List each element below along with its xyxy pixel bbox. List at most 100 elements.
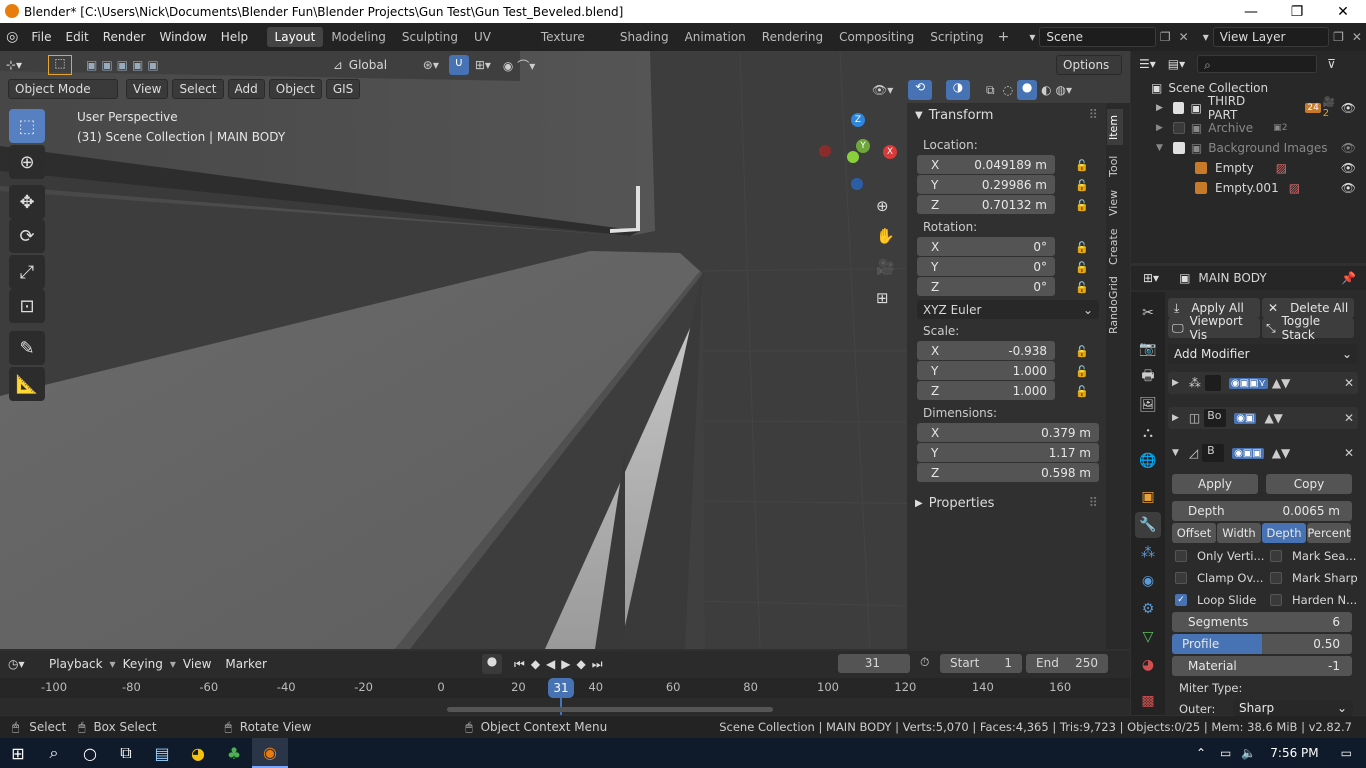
remove-modifier-icon[interactable]: ✕ — [1344, 411, 1354, 425]
overlay-toggle-icon[interactable]: ◑ — [946, 80, 970, 100]
select-tool-icon[interactable]: ⬚ — [48, 55, 72, 75]
collection-checkbox[interactable] — [1172, 102, 1185, 114]
current-frame-field[interactable]: 31 — [838, 654, 910, 673]
search-input[interactable]: ⌕ — [1197, 55, 1318, 73]
outer-miter-dropdown[interactable]: Sharp ⌄ — [1233, 700, 1353, 716]
timeline-editor[interactable]: ◷▾ Playback ▾ Keying ▾ View Marker ● ⏮ ◆ ◀… — [0, 651, 1130, 715]
annotate-tool-icon[interactable]: ✎ — [9, 331, 45, 365]
checkbox[interactable] — [1270, 572, 1282, 584]
checkbox-only-vertices[interactable]: Only Verti... — [1175, 549, 1264, 563]
tab-randogrid[interactable]: RandoGrid — [1107, 275, 1123, 335]
world-tab-icon[interactable]: 🌐 — [1135, 448, 1161, 474]
scene-field[interactable]: Scene — [1039, 27, 1156, 47]
render-tab-icon[interactable]: 📷 — [1135, 336, 1161, 362]
editor-type-icon[interactable]: ⊞▾ — [1143, 271, 1159, 285]
jump-end-icon[interactable]: ⏭ — [592, 657, 603, 672]
tray-chevron-icon[interactable]: ⌃ — [1196, 746, 1206, 760]
menu-window[interactable]: Window — [152, 30, 213, 44]
ortho-toggle-icon[interactable]: ⊞ — [876, 289, 889, 307]
editor-type-icon[interactable]: ☰▾ — [1139, 57, 1156, 71]
rotation-z-field[interactable]: Z 0° — [917, 277, 1055, 296]
scale-x-field[interactable]: X -0.938 — [917, 341, 1055, 360]
pan-icon[interactable]: ✋ — [876, 227, 895, 245]
modifier-row-1[interactable]: ▶ ⁂ ◉▣▣⋎ ▲▼ ✕ — [1168, 372, 1358, 394]
task-view-icon[interactable]: ⧉ — [108, 738, 144, 768]
gizmo-neg-z-icon[interactable] — [851, 178, 863, 190]
eye-icon[interactable]: 👁 — [1341, 141, 1356, 155]
copy-view-layer-icon[interactable]: ❐ — [1329, 30, 1348, 44]
modifier-toggles-icon[interactable]: ◉▣ — [1234, 412, 1257, 424]
playhead[interactable]: 31 — [548, 678, 574, 698]
checkbox[interactable] — [1175, 550, 1187, 562]
copy-button[interactable]: Copy — [1266, 474, 1352, 494]
minimize-button[interactable]: — — [1228, 0, 1274, 23]
close-scene-icon[interactable]: ✕ — [1175, 30, 1193, 44]
solid-shading-icon[interactable]: ● — [1017, 80, 1038, 100]
close-button[interactable]: ✕ — [1320, 0, 1366, 23]
copy-scene-icon[interactable]: ❐ — [1156, 30, 1175, 44]
search-icon[interactable]: ⌕ — [36, 738, 72, 768]
tab-scripting[interactable]: Scripting — [922, 27, 991, 47]
notifications-icon[interactable]: ▭ — [1341, 746, 1352, 760]
outliner-row-empty[interactable]: Empty ▨ 👁 — [1131, 158, 1366, 178]
start-frame-field[interactable]: Start 1 — [940, 654, 1022, 673]
add-workspace-icon[interactable]: + — [992, 29, 1016, 45]
output-tab-icon[interactable]: 🖶 — [1135, 364, 1161, 390]
zoom-icon[interactable]: ⊕ — [876, 197, 889, 215]
dimensions-z-field[interactable]: Z 0.598 m — [917, 463, 1099, 482]
expand-arrow-icon[interactable]: ▶ — [1156, 123, 1163, 133]
menu-edit[interactable]: Edit — [58, 30, 95, 44]
location-z-field[interactable]: Z 0.70132 m — [917, 195, 1055, 214]
outliner-row-third-part[interactable]: ▶ ▣ THIRD PART 24 🎥2 👁 — [1131, 94, 1366, 122]
modifier-tab-icon[interactable]: 🔧 — [1135, 512, 1161, 538]
visibility-icon[interactable]: 👁▾ — [872, 83, 898, 97]
location-y-field[interactable]: Y 0.29986 m — [917, 175, 1055, 194]
checkbox-loop-slide[interactable]: ✓ Loop Slide — [1175, 593, 1256, 607]
expand-arrow-icon[interactable]: ▼ — [1172, 448, 1179, 458]
width-type-percent[interactable]: Percent — [1307, 523, 1351, 543]
lock-icon[interactable]: 🔓 — [1075, 179, 1089, 192]
tab-shading[interactable]: Shading — [612, 27, 677, 47]
record-icon[interactable]: ● — [482, 654, 502, 674]
remove-modifier-icon[interactable]: ✕ — [1344, 376, 1354, 390]
tab-compositing[interactable]: Compositing — [831, 27, 922, 47]
select-mode-icons[interactable]: ▣▣▣▣▣ — [86, 58, 163, 72]
camera-view-icon[interactable]: 🎥 — [876, 258, 895, 276]
outliner-row-background-images[interactable]: ▼ ▣ Background Images 👁 — [1131, 138, 1366, 158]
lock-icon[interactable]: 🔓 — [1075, 159, 1089, 172]
lock-icon[interactable]: 🔓 — [1075, 241, 1089, 254]
move-up-icon[interactable]: ▲▼ — [1272, 446, 1290, 460]
depth-field[interactable]: Depth 0.0065 m — [1172, 501, 1352, 521]
width-type-width[interactable]: Width — [1217, 523, 1261, 543]
menu-gis[interactable]: GIS — [325, 79, 361, 99]
dimensions-y-field[interactable]: Y 1.17 m — [917, 443, 1099, 462]
lock-icon[interactable]: 🔓 — [1075, 281, 1089, 294]
eye-icon[interactable]: 👁 — [1341, 181, 1356, 195]
location-x-field[interactable]: X 0.049189 m — [917, 155, 1055, 174]
rotate-tool-icon[interactable]: ⟳ — [9, 219, 45, 253]
menu-render[interactable]: Render — [96, 30, 153, 44]
next-keyframe-icon[interactable]: ◆ — [577, 657, 586, 671]
physics-tab-icon[interactable]: ◉ — [1135, 568, 1161, 594]
display-mode-icon[interactable]: ▤▾ — [1168, 57, 1185, 71]
outliner-row-archive[interactable]: ▶ ▣ Archive ▣2 — [1131, 118, 1366, 138]
material-tab-icon[interactable]: ◕ — [1135, 652, 1161, 678]
gizmo-toggle-icon[interactable]: ⟲ — [908, 80, 932, 100]
gizmo-z-icon[interactable]: Z — [851, 113, 865, 127]
scene-tab-icon[interactable]: ⛬ — [1135, 420, 1161, 446]
gizmo-x-icon[interactable]: X — [883, 145, 897, 159]
modifier-name-field[interactable] — [1204, 375, 1221, 391]
orientation-dropdown[interactable]: Global — [349, 58, 413, 72]
scale-tool-icon[interactable]: ⤢ — [9, 255, 45, 289]
menu-playback[interactable]: Playback — [42, 657, 110, 671]
notepad-icon[interactable]: ▤ — [144, 738, 180, 768]
scene-icon[interactable]: ▾ — [1015, 30, 1039, 44]
navigation-gizmo[interactable]: Z Y X — [816, 111, 906, 191]
gizmo-y-icon[interactable]: Y — [856, 139, 870, 153]
tab-rendering[interactable]: Rendering — [754, 27, 831, 47]
jump-start-icon[interactable]: ⏮ — [514, 657, 525, 672]
checkbox[interactable]: ✓ — [1175, 594, 1187, 606]
drag-handle-icon[interactable]: ⠿ — [1088, 496, 1098, 511]
eye-icon[interactable]: 👁 — [1341, 101, 1356, 115]
lock-icon[interactable]: 🔓 — [1075, 199, 1089, 212]
